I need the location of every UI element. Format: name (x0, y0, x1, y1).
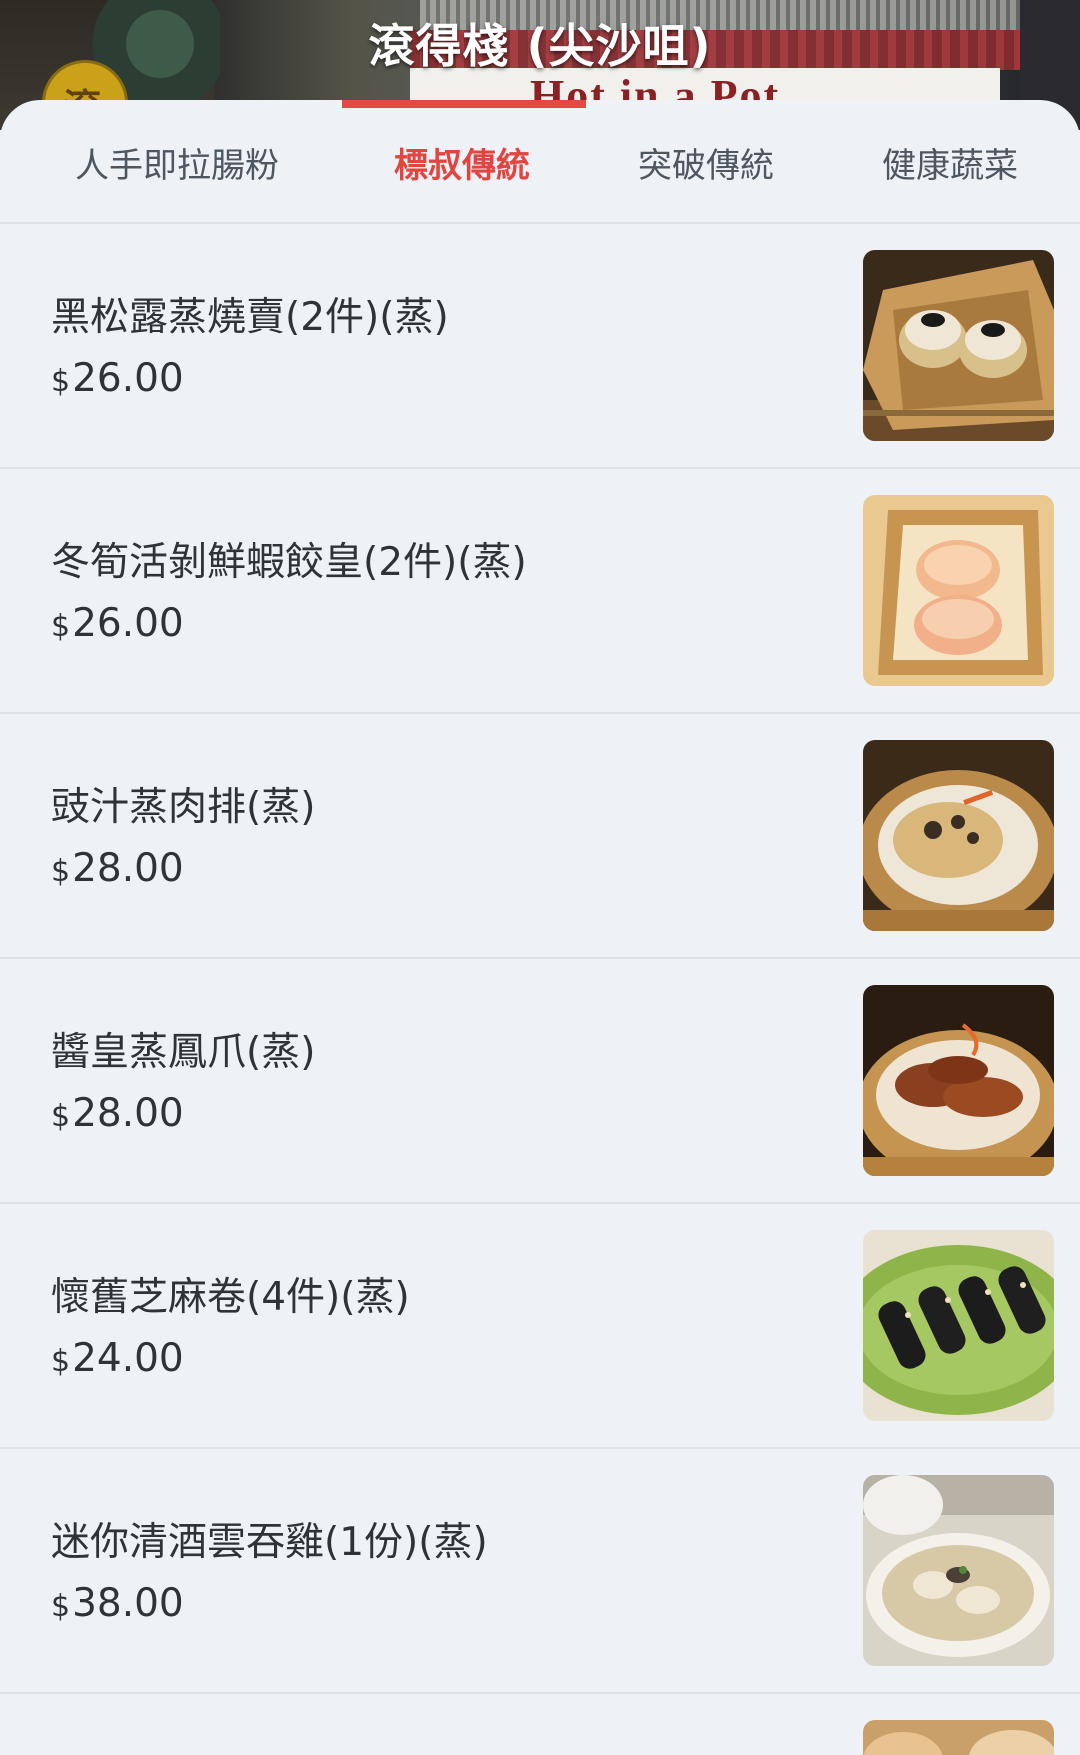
spare-ribs-photo (863, 740, 1054, 931)
har-gow-photo (863, 495, 1054, 686)
siu-mai-truffle-photo (863, 250, 1054, 441)
menu-item[interactable]: 醬皇蒸鳳爪(蒸) $28.00 (0, 959, 1080, 1204)
tab-traditional[interactable]: 標叔傳統 (394, 138, 530, 187)
currency-symbol: $ (51, 1099, 71, 1134)
item-price: $38.00 (51, 1581, 184, 1626)
item-name: 冬筍活剝鮮蝦餃皇(2件)(蒸) (51, 540, 527, 585)
price-amount: 28.00 (72, 846, 184, 891)
menu-item[interactable]: 迷你清酒雲吞雞(1份)(蒸) $38.00 (0, 1449, 1080, 1694)
category-tabs: 人手即拉腸粉 標叔傳統 突破傳統 健康蔬菜 (0, 100, 1080, 224)
menu-item[interactable]: 冬筍活剝鮮蝦餃皇(2件)(蒸) $26.00 (0, 469, 1080, 714)
price-amount: 28.00 (72, 1091, 184, 1136)
menu-item[interactable]: 黑松露蒸燒賣(2件)(蒸) $26.00 (0, 224, 1080, 469)
menu-item-partial[interactable] (0, 1694, 1080, 1755)
item-name: 迷你清酒雲吞雞(1份)(蒸) (51, 1520, 488, 1565)
tab-breakthrough[interactable]: 突破傳統 (638, 138, 774, 187)
item-name: 醬皇蒸鳳爪(蒸) (51, 1030, 316, 1075)
currency-symbol: $ (51, 609, 71, 644)
chicken-feet-photo (863, 985, 1054, 1176)
wonton-chicken-photo (863, 1475, 1054, 1666)
item-name: 豉汁蒸肉排(蒸) (51, 785, 316, 830)
menu-item[interactable]: 懷舊芝麻卷(4件)(蒸) $24.00 (0, 1204, 1080, 1449)
currency-symbol: $ (51, 1344, 71, 1379)
item-price: $24.00 (51, 1336, 184, 1381)
item-name: 懷舊芝麻卷(4件)(蒸) (51, 1275, 410, 1320)
sesame-roll-photo (863, 1230, 1054, 1421)
menu-item[interactable]: 豉汁蒸肉排(蒸) $28.00 (0, 714, 1080, 959)
currency-symbol: $ (51, 854, 71, 889)
next-item-photo (863, 1720, 1054, 1755)
price-amount: 24.00 (72, 1336, 184, 1381)
item-price: $28.00 (51, 1091, 184, 1136)
item-name: 黑松露蒸燒賣(2件)(蒸) (51, 295, 449, 340)
menu-sheet: 人手即拉腸粉 標叔傳統 突破傳統 健康蔬菜 黑松露蒸燒賣(2件)(蒸) $26.… (0, 100, 1080, 1755)
price-amount: 26.00 (72, 356, 184, 401)
store-title: 滾得棧 (尖沙咀) (368, 19, 712, 73)
price-amount: 26.00 (72, 601, 184, 646)
price-amount: 38.00 (72, 1581, 184, 1626)
currency-symbol: $ (51, 364, 71, 399)
tab-vegetables[interactable]: 健康蔬菜 (882, 138, 1018, 187)
item-price: $28.00 (51, 846, 184, 891)
currency-symbol: $ (51, 1589, 71, 1624)
active-tab-indicator (342, 100, 586, 108)
tab-cheung-fun[interactable]: 人手即拉腸粉 (75, 138, 279, 187)
item-price: $26.00 (51, 356, 184, 401)
item-price: $26.00 (51, 601, 184, 646)
